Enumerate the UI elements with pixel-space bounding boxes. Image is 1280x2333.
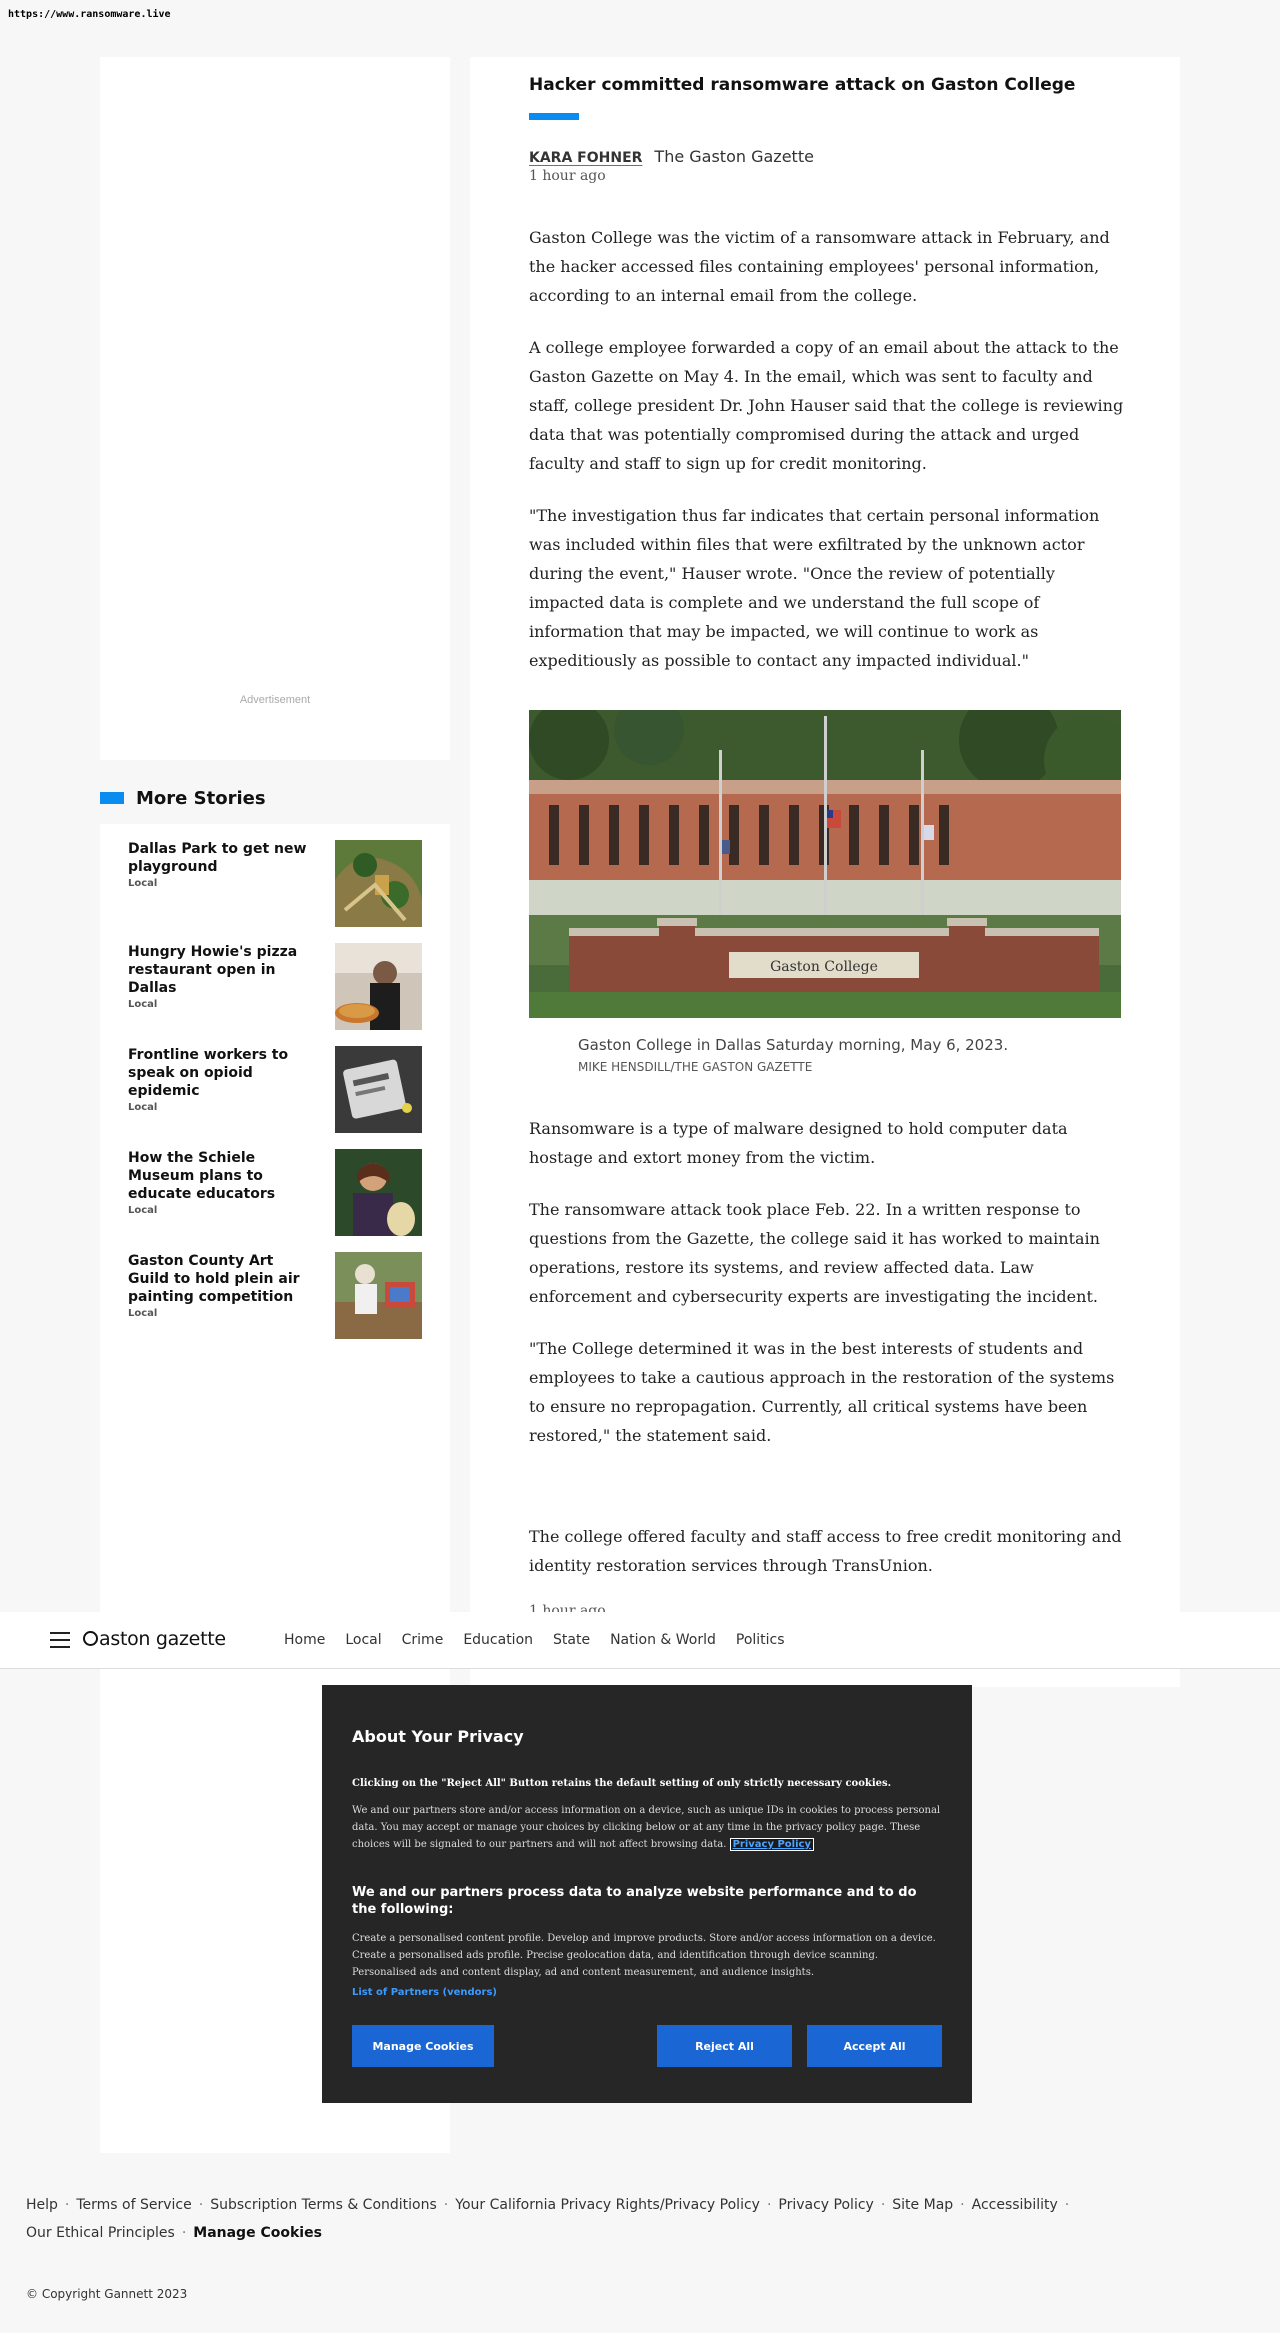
story-title[interactable]: Frontline workers to speak on opioid epi… (128, 1046, 308, 1100)
story-thumbnail[interactable] (335, 1252, 422, 1339)
privacy-description-text: We and our partners store and/or access … (352, 1805, 941, 1850)
logo-text: aston gazette (99, 1628, 226, 1650)
story-text: Hungry Howie's pizza restaurant open in … (128, 943, 308, 1010)
publication-name: The Gaston Gazette (654, 147, 814, 166)
story-item[interactable]: Frontline workers to speak on opioid epi… (128, 1044, 422, 1147)
vendors-link[interactable]: List of Partners (vendors) (352, 1987, 497, 1998)
story-tag: Local (128, 999, 158, 1010)
site-logo[interactable]: aston gazette (83, 1628, 226, 1650)
story-text: Gaston County Art Guild to hold plein ai… (128, 1252, 308, 1319)
purposes-text: Create a personalised content profile. D… (352, 1933, 936, 1978)
story-thumbnail[interactable] (335, 943, 422, 1030)
nav-link-politics[interactable]: Politics (736, 1632, 785, 1648)
advertisement-slot: Advertisement (100, 57, 450, 760)
footer-link-california-privacy[interactable]: Your California Privacy Rights/Privacy P… (455, 2197, 760, 2213)
more-stories-title: More Stories (136, 787, 266, 809)
article-paragraph: "The investigation thus far indicates th… (529, 506, 1100, 670)
headline-accent-bar (529, 113, 579, 120)
footer-link-ethical-principles[interactable]: Our Ethical Principles (26, 2225, 175, 2241)
story-text: Dallas Park to get new playground Local (128, 840, 308, 889)
article-body-final: The college offered faculty and staff ac… (529, 1522, 1129, 1603)
story-tag: Local (128, 1205, 158, 1216)
photo-credit: Mike Hensdill/The Gaston Gazette (578, 1060, 813, 1074)
story-item[interactable]: Hungry Howie's pizza restaurant open in … (128, 941, 422, 1044)
article-paragraph: A college employee forwarded a copy of a… (529, 338, 1124, 473)
footer-links: Help · Terms of Service · Subscription Terms… (26, 2197, 1070, 2241)
section-accent-bar (100, 792, 124, 804)
purposes-title: We and our partners process data to anal… (352, 1885, 917, 1917)
nav-link-nation-world[interactable]: Nation & World (610, 1632, 716, 1648)
privacy-description: We and our partners store and/or access … (352, 1802, 942, 1853)
story-text: How the Schiele Museum plans to educate … (128, 1149, 308, 1216)
nav-link-education[interactable]: Education (463, 1632, 533, 1648)
more-stories-list: Dallas Park to get new playground Local … (128, 838, 422, 1353)
story-tag: Local (128, 1102, 158, 1113)
story-title[interactable]: How the Schiele Museum plans to educate … (128, 1149, 308, 1203)
copyright: © Copyright Gannett 2023 (26, 2287, 188, 2301)
menu-icon[interactable] (50, 1632, 70, 1648)
caption-text: Gaston College in Dallas Saturday mornin… (578, 1036, 1009, 1054)
article-photo[interactable]: Gaston College (529, 710, 1121, 1018)
footer-link-terms[interactable]: Terms of Service (76, 2197, 191, 2213)
story-title[interactable]: Gaston County Art Guild to hold plein ai… (128, 1252, 308, 1306)
byline: KARA FOHNER The Gaston Gazette (529, 147, 814, 166)
nav-link-local[interactable]: Local (345, 1632, 381, 1648)
reject-note: Clicking on the "Reject All" Button reta… (352, 1778, 892, 1789)
nav-link-home[interactable]: Home (284, 1632, 325, 1648)
footer-link-privacy-policy[interactable]: Privacy Policy (778, 2197, 873, 2213)
author-link[interactable]: KARA FOHNER (529, 150, 642, 166)
sign-text: Gaston College (770, 959, 878, 975)
story-thumbnail[interactable] (335, 1149, 422, 1236)
advertisement-label: Advertisement (239, 694, 311, 706)
article-headline: Hacker committed ransomware attack on Ga… (529, 75, 1076, 95)
article-paragraph: "The College determined it was in the be… (529, 1339, 1115, 1445)
footer-link-accessibility[interactable]: Accessibility (972, 2197, 1058, 2213)
article-paragraph: Ransomware is a type of malware designed… (529, 1119, 1068, 1167)
story-item[interactable]: Dallas Park to get new playground Local (128, 838, 422, 941)
footer-link-subscription-terms[interactable]: Subscription Terms & Conditions (210, 2197, 437, 2213)
story-tag: Local (128, 1308, 158, 1319)
site-navigation: aston gazette Home Local Crime Education… (0, 1612, 1280, 1669)
privacy-policy-link[interactable]: Privacy Policy (729, 1838, 814, 1851)
manage-cookies-button[interactable]: Manage Cookies (352, 2025, 494, 2067)
story-text: Frontline workers to speak on opioid epi… (128, 1046, 308, 1113)
nav-links: Home Local Crime Education State Nation … (284, 1632, 805, 1648)
privacy-consent-dialog: About Your Privacy Clicking on the "Reje… (322, 1685, 972, 2103)
article-body-bottom: Ransomware is a type of malware designed… (529, 1114, 1129, 1473)
logo-g-icon (83, 1631, 98, 1646)
article-paragraph: Gaston College was the victim of a ranso… (529, 228, 1110, 305)
photo-caption: Gaston College in Dallas Saturday mornin… (578, 1036, 1098, 1074)
footer-link-help[interactable]: Help (26, 2197, 58, 2213)
article-paragraph: The college offered faculty and staff ac… (529, 1527, 1122, 1575)
story-item[interactable]: Gaston County Art Guild to hold plein ai… (128, 1250, 422, 1353)
article-body-top: Gaston College was the victim of a ranso… (529, 223, 1129, 698)
privacy-title: About Your Privacy (352, 1727, 524, 1746)
reject-all-button[interactable]: Reject All (657, 2025, 792, 2067)
nav-link-state[interactable]: State (553, 1632, 590, 1648)
story-thumbnail[interactable] (335, 1046, 422, 1133)
story-thumbnail[interactable] (335, 840, 422, 927)
story-tag: Local (128, 878, 158, 889)
article-timestamp: 1 hour ago (529, 168, 606, 184)
footer-link-site-map[interactable]: Site Map (892, 2197, 953, 2213)
nav-link-crime[interactable]: Crime (402, 1632, 444, 1648)
story-title[interactable]: Dallas Park to get new playground (128, 840, 308, 876)
story-title[interactable]: Hungry Howie's pizza restaurant open in … (128, 943, 308, 997)
story-item[interactable]: How the Schiele Museum plans to educate … (128, 1147, 422, 1250)
footer-manage-cookies-link[interactable]: Manage Cookies (193, 2225, 322, 2241)
more-stories-header: More Stories (100, 786, 266, 810)
url-text: https://www.ransomware.live (8, 9, 171, 20)
article-paragraph: The ransomware attack took place Feb. 22… (529, 1200, 1100, 1306)
accept-all-button[interactable]: Accept All (807, 2025, 942, 2067)
